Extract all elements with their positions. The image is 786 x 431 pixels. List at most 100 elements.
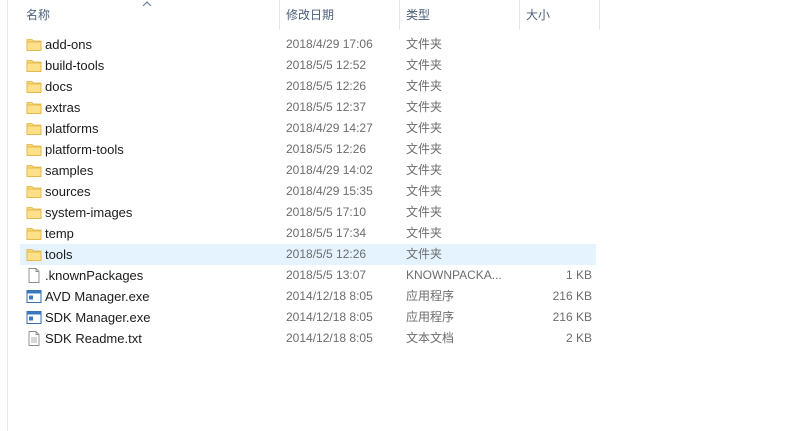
file-row[interactable]: platforms 2018/4/29 14:27 文件夹 (20, 118, 596, 139)
file-type: 文件夹 (406, 226, 443, 240)
file-modified: 2018/5/5 13:07 (286, 268, 367, 282)
file-row[interactable]: sources 2018/4/29 15:35 文件夹 (20, 181, 596, 202)
file-type: 文件夹 (406, 163, 443, 177)
file-size: 216 KB (552, 310, 592, 324)
column-header-size[interactable]: 大小 (520, 0, 600, 30)
chevron-up-icon (142, 1, 152, 7)
file-type: 文件夹 (406, 184, 443, 198)
file-name: platform-tools (45, 142, 124, 157)
file-type: 文件夹 (406, 142, 443, 156)
file-name: SDK Readme.txt (45, 331, 142, 346)
file-name: platforms (45, 121, 99, 136)
file-row[interactable]: docs 2018/5/5 12:26 文件夹 (20, 76, 596, 97)
column-header-modified[interactable]: 修改日期 (280, 0, 400, 30)
folder-icon (26, 205, 42, 220)
file-type: 文件夹 (406, 121, 443, 135)
file-name: add-ons (45, 37, 92, 52)
file-row[interactable]: platform-tools 2018/5/5 12:26 文件夹 (20, 139, 596, 160)
file-modified: 2018/5/5 12:26 (286, 142, 367, 156)
file-size: 1 KB (565, 268, 592, 282)
file-modified: 2018/5/5 12:26 (286, 247, 367, 261)
file-modified: 2014/12/18 8:05 (286, 310, 373, 324)
file-size (520, 244, 592, 265)
file-name: sources (45, 184, 91, 199)
folder-icon (26, 100, 42, 115)
file-size (520, 139, 592, 160)
file-row[interactable]: SDK Readme.txt 2014/12/18 8:05 文本文档 2 KB (20, 328, 596, 349)
column-header-bar: 名称 修改日期 类型 大小 (20, 0, 600, 30)
text-file-icon (26, 331, 42, 346)
file-modified: 2018/4/29 17:06 (286, 37, 373, 51)
folder-icon (26, 37, 42, 52)
exe-icon (26, 289, 42, 304)
folder-icon (26, 163, 42, 178)
file-type: 文本文档 (406, 331, 455, 345)
file-size (520, 160, 592, 181)
file-type: 应用程序 (406, 289, 455, 303)
file-row[interactable]: system-images 2018/5/5 17:10 文件夹 (20, 202, 596, 223)
file-modified: 2018/4/29 14:02 (286, 163, 373, 177)
file-size: 216 KB (552, 289, 592, 303)
file-name: build-tools (45, 58, 105, 73)
file-name: tools (45, 247, 73, 262)
file-size (520, 181, 592, 202)
file-size (520, 118, 592, 139)
file-name: system-images (45, 205, 133, 220)
file-type: 文件夹 (406, 247, 443, 261)
file-type: 文件夹 (406, 37, 443, 51)
file-name: .knownPackages (45, 268, 144, 283)
file-modified: 2014/12/18 8:05 (286, 289, 373, 303)
file-size (520, 223, 592, 244)
column-header-type-label: 类型 (406, 8, 431, 22)
folder-icon (26, 58, 42, 73)
folder-icon (26, 79, 42, 94)
file-row[interactable]: samples 2018/4/29 14:02 文件夹 (20, 160, 596, 181)
file-name: docs (45, 79, 73, 94)
file-size (520, 34, 592, 55)
file-modified: 2014/12/18 8:05 (286, 331, 373, 345)
file-size (520, 76, 592, 97)
column-header-modified-label: 修改日期 (286, 8, 335, 22)
folder-icon (26, 121, 42, 136)
file-name: samples (45, 163, 94, 178)
file-type: 应用程序 (406, 310, 455, 324)
file-type: 文件夹 (406, 58, 443, 72)
file-icon (26, 268, 42, 283)
file-row[interactable]: add-ons 2018/4/29 17:06 文件夹 (20, 34, 596, 55)
file-size (520, 97, 592, 118)
folder-icon (26, 226, 42, 241)
file-name: SDK Manager.exe (45, 310, 151, 325)
file-size (520, 202, 592, 223)
file-row[interactable]: temp 2018/5/5 17:34 文件夹 (20, 223, 596, 244)
left-pane-edge (0, 0, 8, 431)
file-modified: 2018/5/5 17:34 (286, 226, 367, 240)
file-row[interactable]: extras 2018/5/5 12:37 文件夹 (20, 97, 596, 118)
file-type: 文件夹 (406, 205, 443, 219)
file-size: 2 KB (565, 331, 592, 345)
file-name: AVD Manager.exe (45, 289, 150, 304)
file-type: 文件夹 (406, 100, 443, 114)
column-header-size-label: 大小 (526, 8, 551, 22)
file-row[interactable]: SDK Manager.exe 2014/12/18 8:05 应用程序 216 KB (20, 307, 596, 328)
file-name: temp (45, 226, 74, 241)
file-modified: 2018/4/29 14:27 (286, 121, 373, 135)
file-row[interactable]: AVD Manager.exe 2014/12/18 8:05 应用程序 216 KB (20, 286, 596, 307)
column-header-type[interactable]: 类型 (400, 0, 520, 30)
file-modified: 2018/5/5 12:37 (286, 100, 367, 114)
file-modified: 2018/5/5 17:10 (286, 205, 367, 219)
file-row[interactable]: tools 2018/5/5 12:26 文件夹 (20, 244, 596, 265)
file-size (520, 55, 592, 76)
exe-icon (26, 310, 42, 325)
file-type: KNOWNPACKA... (406, 268, 502, 282)
file-row[interactable]: build-tools 2018/5/5 12:52 文件夹 (20, 55, 596, 76)
folder-icon (26, 142, 42, 157)
file-list: add-ons 2018/4/29 17:06 文件夹 build-tools 2018… (20, 34, 596, 349)
file-type: 文件夹 (406, 79, 443, 93)
column-header-name-label: 名称 (26, 8, 51, 22)
file-modified: 2018/5/5 12:26 (286, 79, 367, 93)
folder-icon (26, 247, 42, 262)
file-modified: 2018/5/5 12:52 (286, 58, 367, 72)
file-row[interactable]: .knownPackages 2018/5/5 13:07 KNOWNPACKA..… (20, 265, 596, 286)
folder-icon (26, 184, 42, 199)
file-modified: 2018/4/29 15:35 (286, 184, 373, 198)
